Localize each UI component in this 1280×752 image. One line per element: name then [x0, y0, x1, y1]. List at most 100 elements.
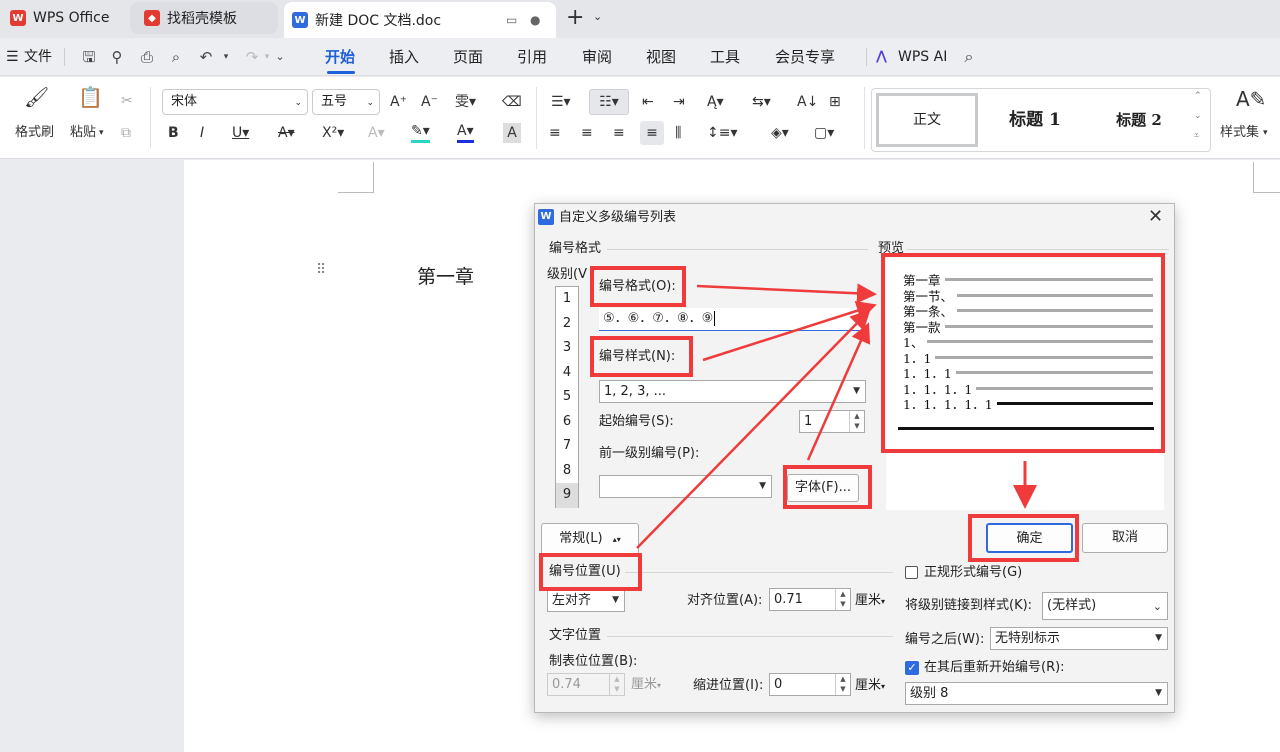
bold-icon[interactable]: B: [168, 123, 179, 143]
align-left-icon[interactable]: ≡: [549, 123, 561, 143]
style-normal[interactable]: 正文: [876, 93, 978, 147]
align-right-icon[interactable]: ≡: [613, 123, 625, 143]
indent-unit[interactable]: 厘米▾: [855, 678, 885, 695]
shading-icon[interactable]: ◈▾: [771, 123, 789, 143]
align-at-spinner[interactable]: 0.71 ▲ ▼: [769, 588, 851, 611]
general-button[interactable]: 常规(L) ▴▾: [541, 523, 639, 555]
wps-ai-icon[interactable]: ⋀: [876, 49, 887, 64]
document-heading[interactable]: 第一章: [417, 262, 474, 289]
italic-icon[interactable]: I: [200, 123, 204, 143]
monitor-icon[interactable]: ▭: [506, 13, 517, 27]
save-icon[interactable]: 🖫: [79, 47, 99, 67]
undo-icon[interactable]: ↶: [196, 47, 216, 67]
line-break-icon[interactable]: ⇆▾: [752, 92, 771, 112]
line-spacing-icon[interactable]: ↕≡▾: [707, 123, 738, 143]
menu-file[interactable]: 文件: [24, 38, 52, 76]
font-color-icon[interactable]: A▾: [457, 123, 474, 143]
hamburger-icon[interactable]: ☰: [6, 38, 19, 76]
align-center-icon[interactable]: ≡: [581, 123, 593, 143]
level-item[interactable]: 6: [556, 410, 578, 435]
grow-font-icon[interactable]: A⁺: [390, 92, 407, 112]
spinner-arrows-icon[interactable]: ▲ ▼: [609, 674, 624, 695]
gallery-expand-icon[interactable]: ⩡: [1194, 131, 1199, 141]
gallery-scroll-up-icon[interactable]: ⌃: [1194, 91, 1202, 101]
clear-format-icon[interactable]: ⌫: [502, 92, 522, 112]
link-icon[interactable]: ⚲: [107, 47, 127, 67]
menu-tab-membership[interactable]: 会员专享: [775, 38, 835, 76]
copy-icon[interactable]: ⧉: [121, 123, 131, 143]
restart-checkbox[interactable]: ✓: [905, 661, 919, 675]
format-painter-label[interactable]: 格式刷: [15, 123, 54, 143]
drag-handle-icon[interactable]: ⠿: [316, 262, 326, 278]
style-heading-2[interactable]: 标题 2: [1094, 93, 1184, 147]
tab-stop-unit[interactable]: 厘米▾: [631, 677, 661, 694]
more-chevron-icon[interactable]: ⌄: [270, 47, 290, 67]
style-set-label[interactable]: 样式集: [1220, 123, 1259, 143]
print-icon[interactable]: ⎙: [137, 47, 157, 67]
menu-tab-tools[interactable]: 工具: [710, 38, 740, 76]
format-painter-icon[interactable]: 🖌: [24, 87, 49, 107]
show-marks-icon[interactable]: ⊞: [829, 92, 841, 112]
paste-icon[interactable]: 📋: [78, 87, 103, 107]
print-preview-icon[interactable]: ⌕: [166, 47, 186, 67]
font-size-select[interactable]: 五号 ⌄: [312, 89, 380, 115]
style-heading-1[interactable]: 标题 1: [990, 93, 1080, 147]
search-icon[interactable]: ⌕: [959, 47, 979, 67]
style-set-dropdown-icon[interactable]: ▾: [1263, 123, 1268, 143]
tab-docer-templates[interactable]: ◆ 找稻壳模板: [130, 2, 278, 34]
distribute-icon[interactable]: ⫼: [675, 123, 681, 143]
level-item[interactable]: 2: [556, 312, 578, 337]
tab-current-document[interactable]: W 新建 DOC 文档.doc ▭ ●: [284, 2, 556, 38]
level-item[interactable]: 3: [556, 336, 578, 361]
borders-icon[interactable]: ▢▾: [814, 123, 834, 143]
menu-wps-ai[interactable]: WPS AI: [898, 38, 947, 76]
level-item[interactable]: 7: [556, 434, 578, 459]
menu-tab-view[interactable]: 视图: [646, 38, 676, 76]
tab-stop-spinner[interactable]: 0.74 ▲ ▼: [547, 673, 625, 696]
text-effect-icon[interactable]: A▾: [368, 123, 385, 143]
strikethrough-icon[interactable]: A▾: [278, 123, 295, 143]
level-item[interactable]: 1: [556, 287, 578, 312]
close-icon[interactable]: ✕: [1148, 206, 1163, 227]
spinner-arrows-icon[interactable]: ▲ ▼: [849, 411, 864, 432]
cut-icon[interactable]: ✂: [121, 91, 133, 111]
justify-icon[interactable]: ≡: [640, 121, 664, 145]
char-shading-icon[interactable]: A: [503, 123, 521, 143]
menu-tab-page[interactable]: 页面: [453, 38, 483, 76]
font-name-select[interactable]: 宋体 ⌄: [162, 89, 308, 115]
align-at-unit[interactable]: 厘米▾: [855, 593, 885, 610]
level-item-selected[interactable]: 9: [556, 483, 578, 508]
tab-wps-office[interactable]: W WPS Office: [4, 2, 122, 34]
decrease-indent-icon[interactable]: ⇤: [642, 92, 654, 112]
number-format-input[interactable]: ⑤．⑥．⑦．⑧．⑨: [599, 308, 865, 331]
alignment-select[interactable]: 左对齐 ▼: [547, 589, 625, 612]
paste-dropdown-icon[interactable]: ▾: [99, 123, 104, 143]
underline-icon[interactable]: U▾: [232, 123, 249, 143]
level-item[interactable]: 4: [556, 361, 578, 386]
shrink-font-icon[interactable]: A⁻: [421, 92, 438, 112]
follow-number-select[interactable]: 无特别标示 ▼: [990, 627, 1168, 650]
highlight-icon[interactable]: ✎▾: [411, 123, 430, 143]
paste-label[interactable]: 粘贴: [70, 123, 96, 143]
gallery-scroll-down-icon[interactable]: ⌄: [1194, 111, 1202, 121]
sort-icon[interactable]: A↓: [797, 92, 818, 112]
menu-tab-review[interactable]: 审阅: [582, 38, 612, 76]
undo-dropdown-icon[interactable]: ▾: [216, 47, 236, 67]
superscript-icon[interactable]: X²▾: [322, 123, 344, 143]
new-tab-icon[interactable]: +: [566, 5, 584, 30]
menu-tab-references[interactable]: 引用: [517, 38, 547, 76]
text-direction-icon[interactable]: Ą▾: [707, 92, 724, 112]
indent-spinner[interactable]: 0 ▲ ▼: [769, 673, 851, 696]
start-at-spinner[interactable]: 1 ▲ ▼: [799, 410, 865, 433]
restart-level-select[interactable]: 级别 8 ▼: [905, 682, 1168, 705]
number-style-select[interactable]: 1, 2, 3, ... ▼: [599, 380, 866, 403]
level-item[interactable]: 8: [556, 459, 578, 484]
bullet-list-icon[interactable]: ☰▾: [551, 92, 571, 112]
prev-level-select[interactable]: ▼: [599, 475, 772, 498]
style-set-icon[interactable]: A✎: [1236, 89, 1266, 109]
spinner-arrows-icon[interactable]: ▲ ▼: [835, 589, 850, 610]
level-list[interactable]: 1 2 3 4 5 6 7 8 9: [555, 286, 579, 508]
numbered-list-icon[interactable]: ☷▾: [589, 89, 629, 115]
link-style-select[interactable]: (无样式) ⌄: [1042, 592, 1168, 620]
level-item[interactable]: 5: [556, 385, 578, 410]
